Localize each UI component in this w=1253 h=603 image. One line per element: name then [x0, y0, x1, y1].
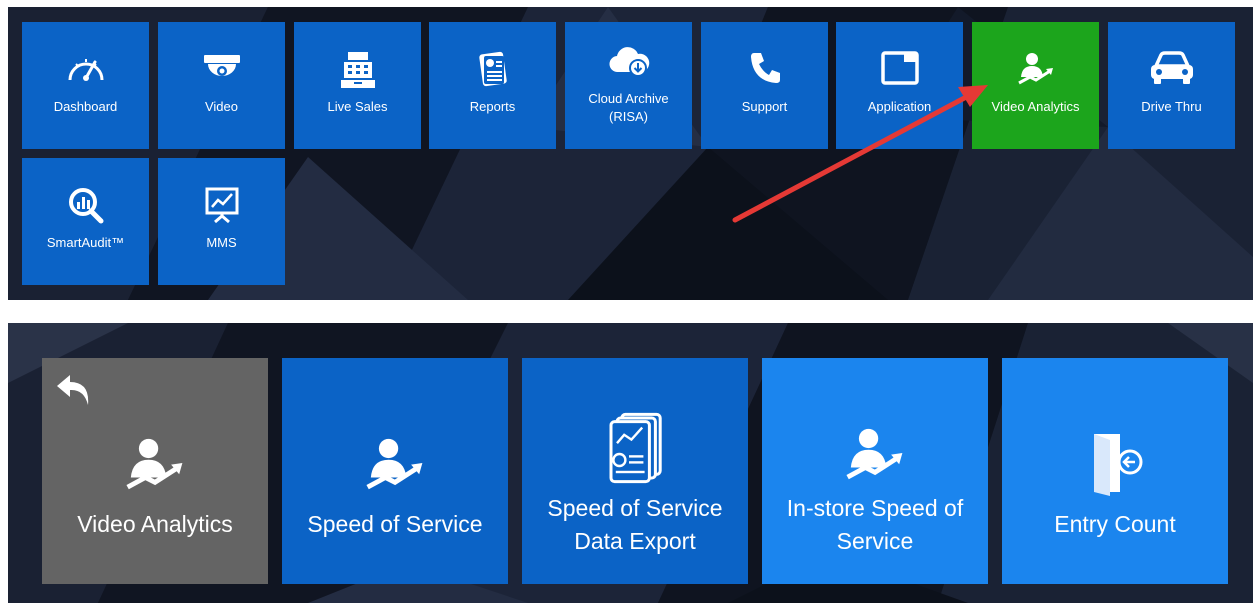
window-icon: [880, 51, 919, 85]
tile-dashboard[interactable]: Dashboard: [22, 22, 149, 149]
report-stack-icon: [609, 412, 662, 484]
video-analytics-submenu-panel: Video Analytics Speed of Service Speed o…: [8, 323, 1253, 603]
tile-label: Entry Count: [1054, 511, 1176, 537]
tile-in-store-speed-of-service[interactable]: In-store Speed of Service: [762, 358, 988, 584]
person-trend-icon: [126, 438, 183, 490]
tile-mms[interactable]: MMS: [158, 158, 285, 285]
tile-support[interactable]: Support: [701, 22, 828, 149]
report-document-icon: [478, 51, 507, 87]
security-camera-icon: [203, 55, 240, 76]
speedometer-icon: [68, 59, 103, 81]
tile-live-sales[interactable]: Live Sales: [294, 22, 421, 149]
car-icon: [1150, 51, 1193, 84]
cash-register-icon: [340, 52, 375, 88]
tile-label: SmartAudit™: [46, 235, 125, 250]
tile-label: Drive Thru: [1141, 99, 1202, 114]
person-trend-icon: [1017, 53, 1053, 85]
cloud-download-icon: [608, 47, 649, 77]
magnifier-chart-icon: [68, 188, 103, 224]
presentation-board-icon: [205, 187, 238, 224]
main-menu-panel: Dashboard Video Live Sales Reports Cloud…: [8, 7, 1253, 300]
tile-smartaudit[interactable]: SmartAudit™: [22, 158, 149, 285]
tile-video-analytics[interactable]: Video Analytics: [972, 22, 1099, 149]
tile-application[interactable]: Application: [836, 22, 963, 149]
tile-label: Reports: [469, 99, 516, 114]
tile-label: Cloud Archive (RISA): [588, 91, 669, 124]
tile-drive-thru[interactable]: Drive Thru: [1108, 22, 1235, 149]
tile-speed-of-service-data-export[interactable]: Speed of Service Data Export: [522, 358, 748, 584]
tile-speed-of-service[interactable]: Speed of Service: [282, 358, 508, 584]
tile-label: Video Analytics: [991, 99, 1080, 114]
tile-reports[interactable]: Reports: [429, 22, 556, 149]
tile-label: Application: [867, 99, 932, 114]
tile-label: Support: [741, 99, 788, 114]
tile-entry-count[interactable]: Entry Count: [1002, 358, 1228, 584]
tile-label: Live Sales: [327, 99, 388, 114]
tile-label: Dashboard: [53, 99, 118, 114]
tile-cloud-archive[interactable]: Cloud Archive (RISA): [565, 22, 692, 149]
tile-label: Video: [204, 99, 238, 114]
person-trend-icon: [846, 428, 903, 480]
tile-label: MMS: [206, 235, 237, 250]
tile-label: Speed of Service Data Export: [547, 495, 723, 554]
tile-label: Video Analytics: [77, 511, 233, 537]
back-arrow-icon[interactable]: [54, 372, 96, 408]
person-trend-icon: [366, 438, 423, 490]
tile-label: In-store Speed of Service: [786, 495, 964, 554]
tile-label: Speed of Service: [307, 511, 483, 537]
tile-video-analytics-back[interactable]: Video Analytics: [42, 358, 268, 584]
door-entry-icon: [1094, 434, 1143, 496]
tile-video[interactable]: Video: [158, 22, 285, 149]
phone-icon: [750, 53, 780, 83]
